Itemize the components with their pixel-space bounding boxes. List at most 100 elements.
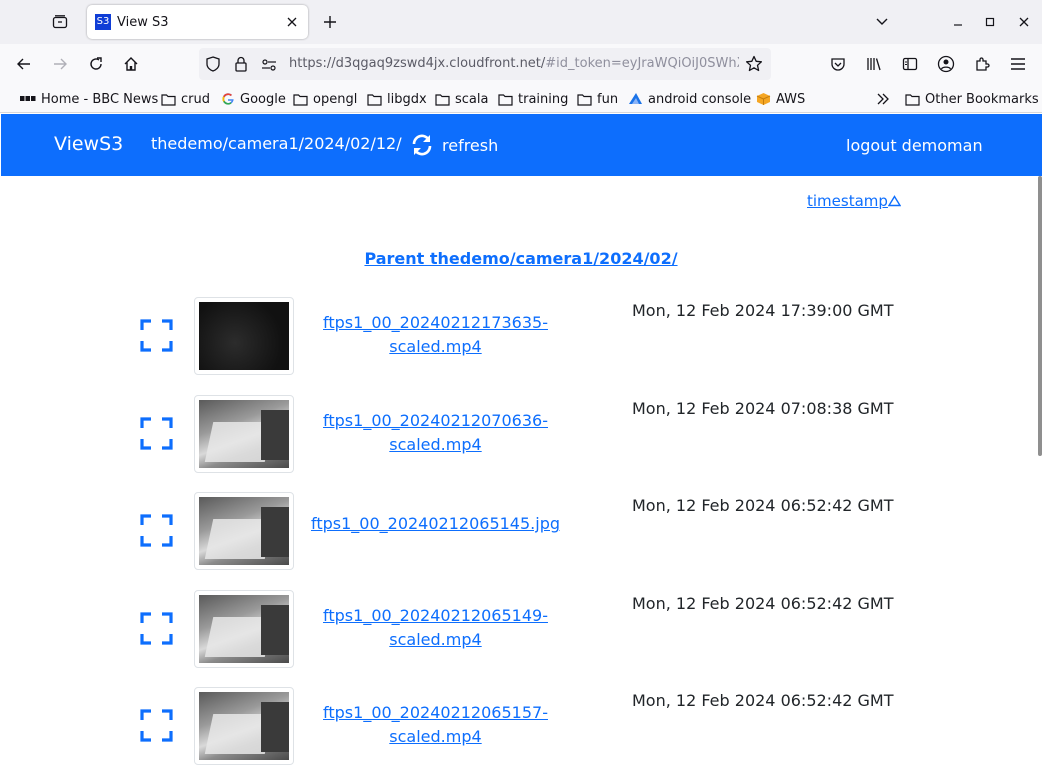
thumbnail-image [199, 497, 289, 565]
bookmark-label: fun [597, 91, 619, 107]
fullscreen-expand-icon[interactable] [140, 319, 173, 352]
tab-view-s3[interactable]: S3 View S3 [87, 5, 308, 39]
tab-overview-icon[interactable] [42, 8, 78, 36]
file-link[interactable]: ftps1_00_20240212065149-scaled.mp4 [300, 604, 571, 652]
file-link[interactable]: ftps1_00_20240212065145.jpg [300, 512, 571, 536]
close-window-icon[interactable] [1012, 10, 1036, 34]
permissions-icon[interactable] [261, 57, 277, 76]
tracking-shield-icon[interactable] [205, 56, 221, 76]
back-arrow-icon[interactable] [12, 52, 36, 76]
parent-folder-link[interactable]: Parent thedemo/camera1/2024/02/ [0, 249, 1042, 268]
bookmark-opengl[interactable]: opengl [293, 90, 357, 108]
bookmark-training[interactable]: training [498, 90, 568, 108]
video-thumbnail[interactable] [194, 492, 294, 570]
file-link[interactable]: ftps1_00_20240212173635-scaled.mp4 [300, 311, 571, 359]
url-field[interactable]: https://d3qgaq9zswd4jx.cloudfront.net/#i… [289, 56, 739, 71]
refresh-label: refresh [442, 135, 499, 155]
fullscreen-expand-icon[interactable] [140, 417, 173, 450]
more-bookmarks-chevron-icon[interactable] [876, 90, 895, 108]
sort-ascending-triangle-icon [887, 195, 901, 207]
reload-icon[interactable] [84, 52, 108, 76]
minimize-icon[interactable] [946, 10, 970, 34]
sort-by-timestamp-link[interactable]: timestamp [807, 192, 901, 210]
browser-nav-bar: https://d3qgaq9zswd4jx.cloudfront.net/#i… [0, 44, 1042, 84]
bookmark-star-icon[interactable] [745, 55, 763, 77]
sort-label: timestamp [807, 192, 888, 210]
video-thumbnail[interactable] [194, 395, 294, 473]
sidebar-icon[interactable] [898, 52, 922, 76]
thumbnail-image [199, 302, 289, 370]
tab-title: View S3 [117, 14, 169, 30]
bookmark-libgdx[interactable]: libgdx [367, 90, 427, 108]
file-timestamp: Mon, 12 Feb 2024 17:39:00 GMT [632, 301, 894, 320]
bookmark-android-console[interactable]: android console [628, 90, 751, 108]
fullscreen-expand-icon[interactable] [140, 514, 173, 547]
android-console-icon [629, 93, 642, 104]
app-brand[interactable]: ViewS3 [54, 133, 123, 155]
folder-icon [367, 93, 382, 106]
bookmark-label: training [518, 91, 569, 107]
maximize-icon[interactable] [978, 10, 1002, 34]
file-link[interactable]: ftps1_00_20240212065157-scaled.mp4 [300, 701, 571, 749]
folder-icon [293, 93, 308, 106]
bookmark-label: libgdx [387, 91, 427, 107]
bookmark-bbc-news[interactable]: Home - BBC News [20, 90, 158, 108]
video-thumbnail[interactable] [194, 687, 294, 765]
file-row: ftps1_00_20240212065149-scaled.mp4 Mon, 1… [0, 590, 1042, 668]
bookmark-label: AWS [776, 91, 806, 107]
bookmark-fun[interactable]: fun [577, 90, 618, 108]
file-timestamp: Mon, 12 Feb 2024 06:52:42 GMT [632, 691, 894, 710]
bookmark-label: android console [648, 91, 752, 107]
bookmark-scala[interactable]: scala [435, 90, 488, 108]
file-row: ftps1_00_20240212070636-scaled.mp4 Mon, 1… [0, 395, 1042, 473]
close-tab-icon[interactable] [284, 14, 300, 30]
extensions-icon[interactable] [970, 52, 994, 76]
s3-favicon-icon: S3 [95, 14, 111, 30]
library-icon[interactable] [862, 52, 886, 76]
bookmarks-toolbar: Home - BBC News crud Google opengl libgd… [0, 84, 1042, 113]
file-row: ftps1_00_20240212065145.jpg Mon, 12 Feb 2… [0, 492, 1042, 570]
video-thumbnail[interactable] [194, 590, 294, 668]
pocket-icon[interactable] [826, 52, 850, 76]
bookmark-label: Google [240, 91, 286, 107]
google-icon [222, 93, 234, 105]
thumbnail-image [199, 692, 289, 760]
logout-link[interactable]: logout demoman [846, 136, 983, 155]
folder-icon [905, 93, 920, 106]
file-row: ftps1_00_20240212173635-scaled.mp4 Mon, 1… [0, 297, 1042, 375]
lock-icon[interactable] [234, 56, 248, 76]
refresh-button[interactable]: refresh [410, 133, 498, 157]
new-tab-icon[interactable] [318, 10, 342, 34]
forward-arrow-icon[interactable] [48, 52, 72, 76]
thumbnail-image [199, 400, 289, 468]
bookmark-aws[interactable]: AWS [756, 90, 805, 108]
bbc-icon [20, 96, 36, 101]
folder-icon [161, 93, 176, 106]
app-header: ViewS3 thedemo/camera1/2024/02/12/ refre… [1, 114, 1042, 176]
list-tabs-icon[interactable] [870, 10, 894, 34]
bookmark-label: scala [455, 91, 489, 107]
file-row: ftps1_00_20240212065157-scaled.mp4 Mon, 1… [0, 687, 1042, 765]
page-scrollbar[interactable] [1038, 176, 1042, 456]
other-bookmarks-label: Other Bookmarks [925, 91, 1039, 107]
folder-icon [435, 93, 450, 106]
bookmark-google[interactable]: Google [221, 90, 286, 108]
home-icon[interactable] [119, 52, 143, 76]
file-timestamp: Mon, 12 Feb 2024 06:52:42 GMT [632, 496, 894, 515]
video-thumbnail[interactable] [194, 297, 294, 375]
folder-icon [498, 93, 513, 106]
thumbnail-image [199, 595, 289, 663]
menu-icon[interactable] [1006, 52, 1030, 76]
file-link[interactable]: ftps1_00_20240212070636-scaled.mp4 [300, 409, 571, 457]
url-host: https://d3qgaq9zswd4jx.cloudfront.net/ [289, 56, 546, 71]
aws-icon [756, 93, 771, 105]
address-bar[interactable]: https://d3qgaq9zswd4jx.cloudfront.net/#i… [199, 48, 771, 80]
other-bookmarks[interactable]: Other Bookmarks [905, 90, 1039, 108]
bookmark-label: Home - BBC News [41, 91, 159, 107]
fullscreen-expand-icon[interactable] [140, 612, 173, 645]
refresh-icon [412, 134, 432, 156]
url-hash: #id_token=eyJraWQiOiJ0SWhXa [545, 56, 739, 71]
fullscreen-expand-icon[interactable] [140, 709, 173, 742]
account-icon[interactable] [934, 52, 958, 76]
bookmark-crud[interactable]: crud [161, 90, 210, 108]
